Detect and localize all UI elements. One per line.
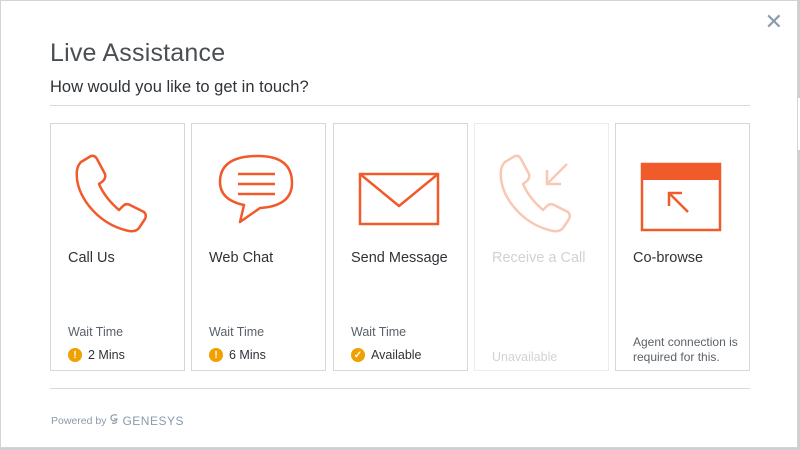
wait-time-label: Wait Time	[351, 325, 407, 339]
option-card-send-message[interactable]: Send Message Wait Time ✓ Available	[333, 123, 468, 371]
option-label: Send Message	[351, 250, 448, 266]
wait-time-status: ! 2 Mins	[68, 348, 125, 362]
wait-time-value: 6 Mins	[229, 348, 266, 362]
option-label: Receive a Call	[492, 250, 586, 266]
close-icon[interactable]: ✕	[765, 11, 783, 33]
envelope-icon	[350, 150, 450, 240]
warning-icon: !	[209, 348, 223, 362]
option-label: Co-browse	[633, 250, 704, 266]
availability-status: Unavailable	[492, 350, 558, 364]
option-card-web-chat[interactable]: Web Chat Wait Time ! 6 Mins	[191, 123, 326, 371]
warning-icon: !	[68, 348, 82, 362]
incoming-call-icon	[491, 150, 591, 240]
agent-connection-note: Agent connection is required for this.	[633, 335, 738, 364]
wait-time-status: ! 6 Mins	[209, 348, 266, 362]
divider	[50, 105, 750, 106]
browser-window-icon	[632, 150, 732, 240]
wait-time-value: 2 Mins	[88, 348, 125, 362]
availability-value: Available	[371, 348, 422, 362]
genesys-logo-icon	[109, 413, 119, 428]
powered-by: Powered by GENESYS	[51, 413, 184, 428]
wait-time-label: Wait Time	[68, 325, 124, 339]
chat-bubble-icon	[208, 150, 308, 240]
option-card-co-browse[interactable]: Co-browse Agent connection is required f…	[615, 123, 750, 371]
live-assistance-dialog: ✕ Live Assistance How would you like to …	[0, 0, 798, 448]
option-label: Web Chat	[209, 250, 274, 266]
dialog-title: Live Assistance	[50, 39, 226, 67]
availability-status: ✓ Available	[351, 348, 422, 362]
check-icon: ✓	[351, 348, 365, 362]
dialog-subtitle: How would you like to get in touch?	[50, 78, 309, 96]
divider	[50, 388, 750, 389]
option-card-call-us[interactable]: Call Us Wait Time ! 2 Mins	[50, 123, 185, 371]
brand-name: GENESYS	[122, 413, 184, 428]
phone-icon	[67, 150, 167, 240]
option-card-receive-a-call: Receive a Call Unavailable	[474, 123, 609, 371]
powered-by-label: Powered by	[51, 414, 107, 427]
option-label: Call Us	[68, 250, 115, 266]
wait-time-label: Wait Time	[209, 325, 265, 339]
